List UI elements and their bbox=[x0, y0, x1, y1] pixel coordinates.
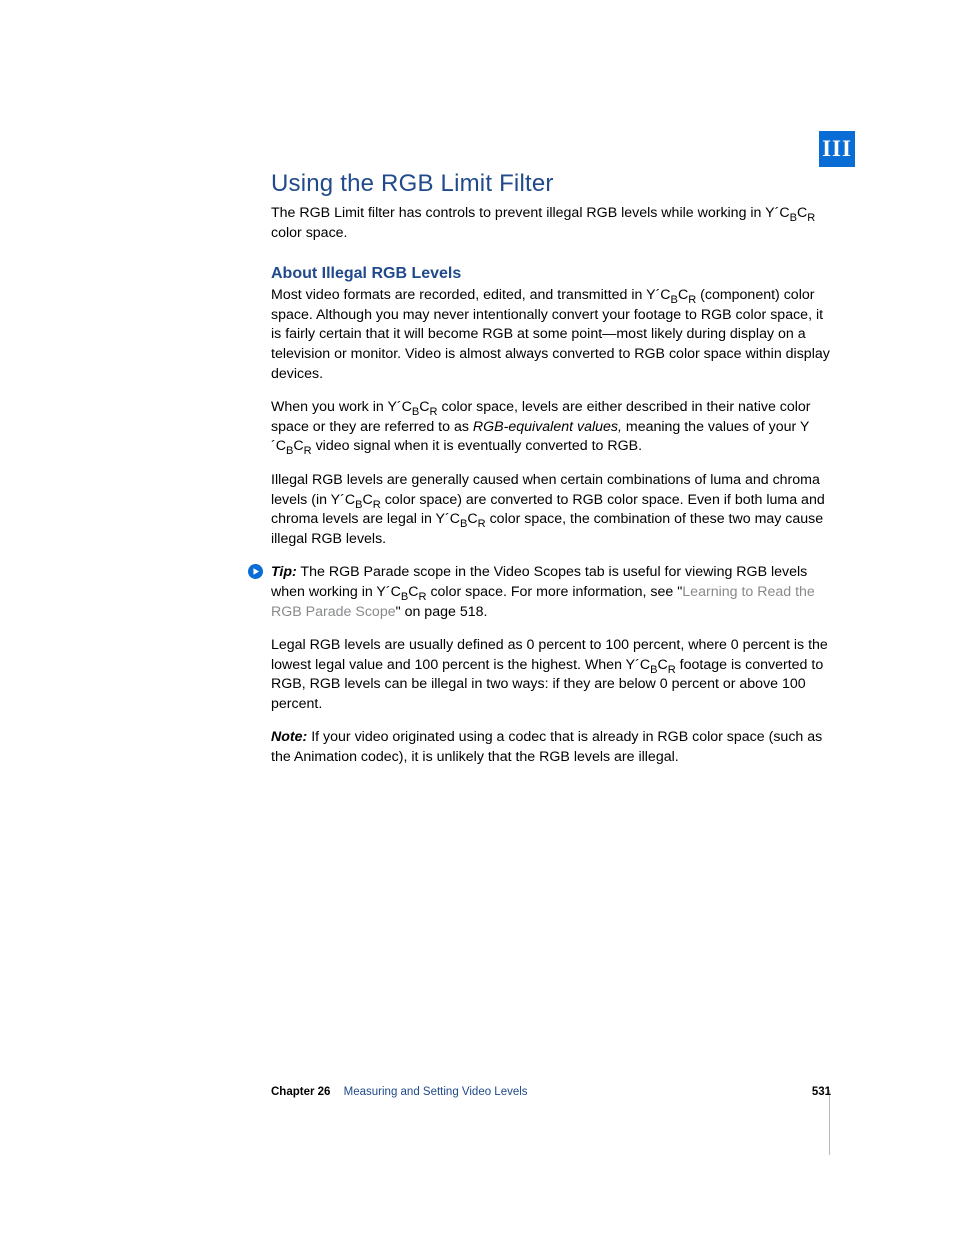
text-run: The RGB Limit filter has controls to pre… bbox=[271, 205, 790, 221]
tip-paragraph: Tip: The RGB Parade scope in the Video S… bbox=[271, 563, 831, 622]
text-run: color space. bbox=[271, 225, 348, 241]
note-label: Note: bbox=[271, 729, 307, 745]
text-run: C bbox=[797, 205, 807, 221]
text-run: C bbox=[657, 657, 667, 673]
text-run: C bbox=[419, 399, 429, 415]
subscript-r: R bbox=[807, 212, 815, 224]
text-run: When you work in Y´C bbox=[271, 399, 412, 415]
subscript-r: R bbox=[688, 294, 696, 306]
italic-text: RGB-equivalent values, bbox=[473, 419, 622, 435]
subscript-r: R bbox=[478, 518, 486, 530]
main-content: Using the RGB Limit Filter The RGB Limit… bbox=[271, 170, 831, 782]
text-run: C bbox=[363, 492, 373, 508]
text-run: C bbox=[467, 511, 477, 527]
text-run: If your video originated using a codec t… bbox=[271, 729, 822, 765]
subscript-r: R bbox=[373, 498, 381, 510]
chapter-label: Chapter 26 bbox=[271, 1086, 330, 1098]
chapter-title: Measuring and Setting Video Levels bbox=[344, 1086, 528, 1098]
subscript-b: B bbox=[790, 212, 797, 224]
intro-paragraph: The RGB Limit filter has controls to pre… bbox=[271, 204, 831, 243]
subscript-r: R bbox=[430, 406, 438, 418]
tip-icon bbox=[248, 564, 263, 579]
subscript-r: R bbox=[668, 664, 676, 676]
page-number: 531 bbox=[812, 1086, 831, 1098]
section-heading: Using the RGB Limit Filter bbox=[271, 170, 831, 198]
margin-rule bbox=[829, 1090, 830, 1155]
sub-heading: About Illegal RGB Levels bbox=[271, 265, 831, 283]
part-tab: III bbox=[819, 131, 855, 167]
body-paragraph: When you work in Y´CBCR color space, lev… bbox=[271, 398, 831, 457]
text-run: video signal when it is eventually conve… bbox=[312, 438, 642, 454]
text-run: C bbox=[408, 584, 418, 600]
page-footer: Chapter 26 Measuring and Setting Video L… bbox=[271, 1086, 831, 1098]
subscript-r: R bbox=[304, 445, 312, 457]
tip-label: Tip: bbox=[271, 564, 297, 580]
text-run: C bbox=[293, 438, 303, 454]
subscript-r: R bbox=[419, 591, 427, 603]
text-run: Most video formats are recorded, edited,… bbox=[271, 287, 671, 303]
body-paragraph: Most video formats are recorded, edited,… bbox=[271, 286, 831, 384]
note-paragraph: Note: If your video originated using a c… bbox=[271, 728, 831, 767]
text-run: " on page 518. bbox=[396, 604, 488, 620]
body-paragraph: Legal RGB levels are usually defined as … bbox=[271, 636, 831, 714]
text-run: color space. For more information, see " bbox=[427, 584, 683, 600]
body-paragraph: Illegal RGB levels are generally caused … bbox=[271, 471, 831, 549]
text-run: C bbox=[678, 287, 688, 303]
subscript-b: B bbox=[671, 294, 678, 306]
subscript-b: B bbox=[355, 498, 362, 510]
